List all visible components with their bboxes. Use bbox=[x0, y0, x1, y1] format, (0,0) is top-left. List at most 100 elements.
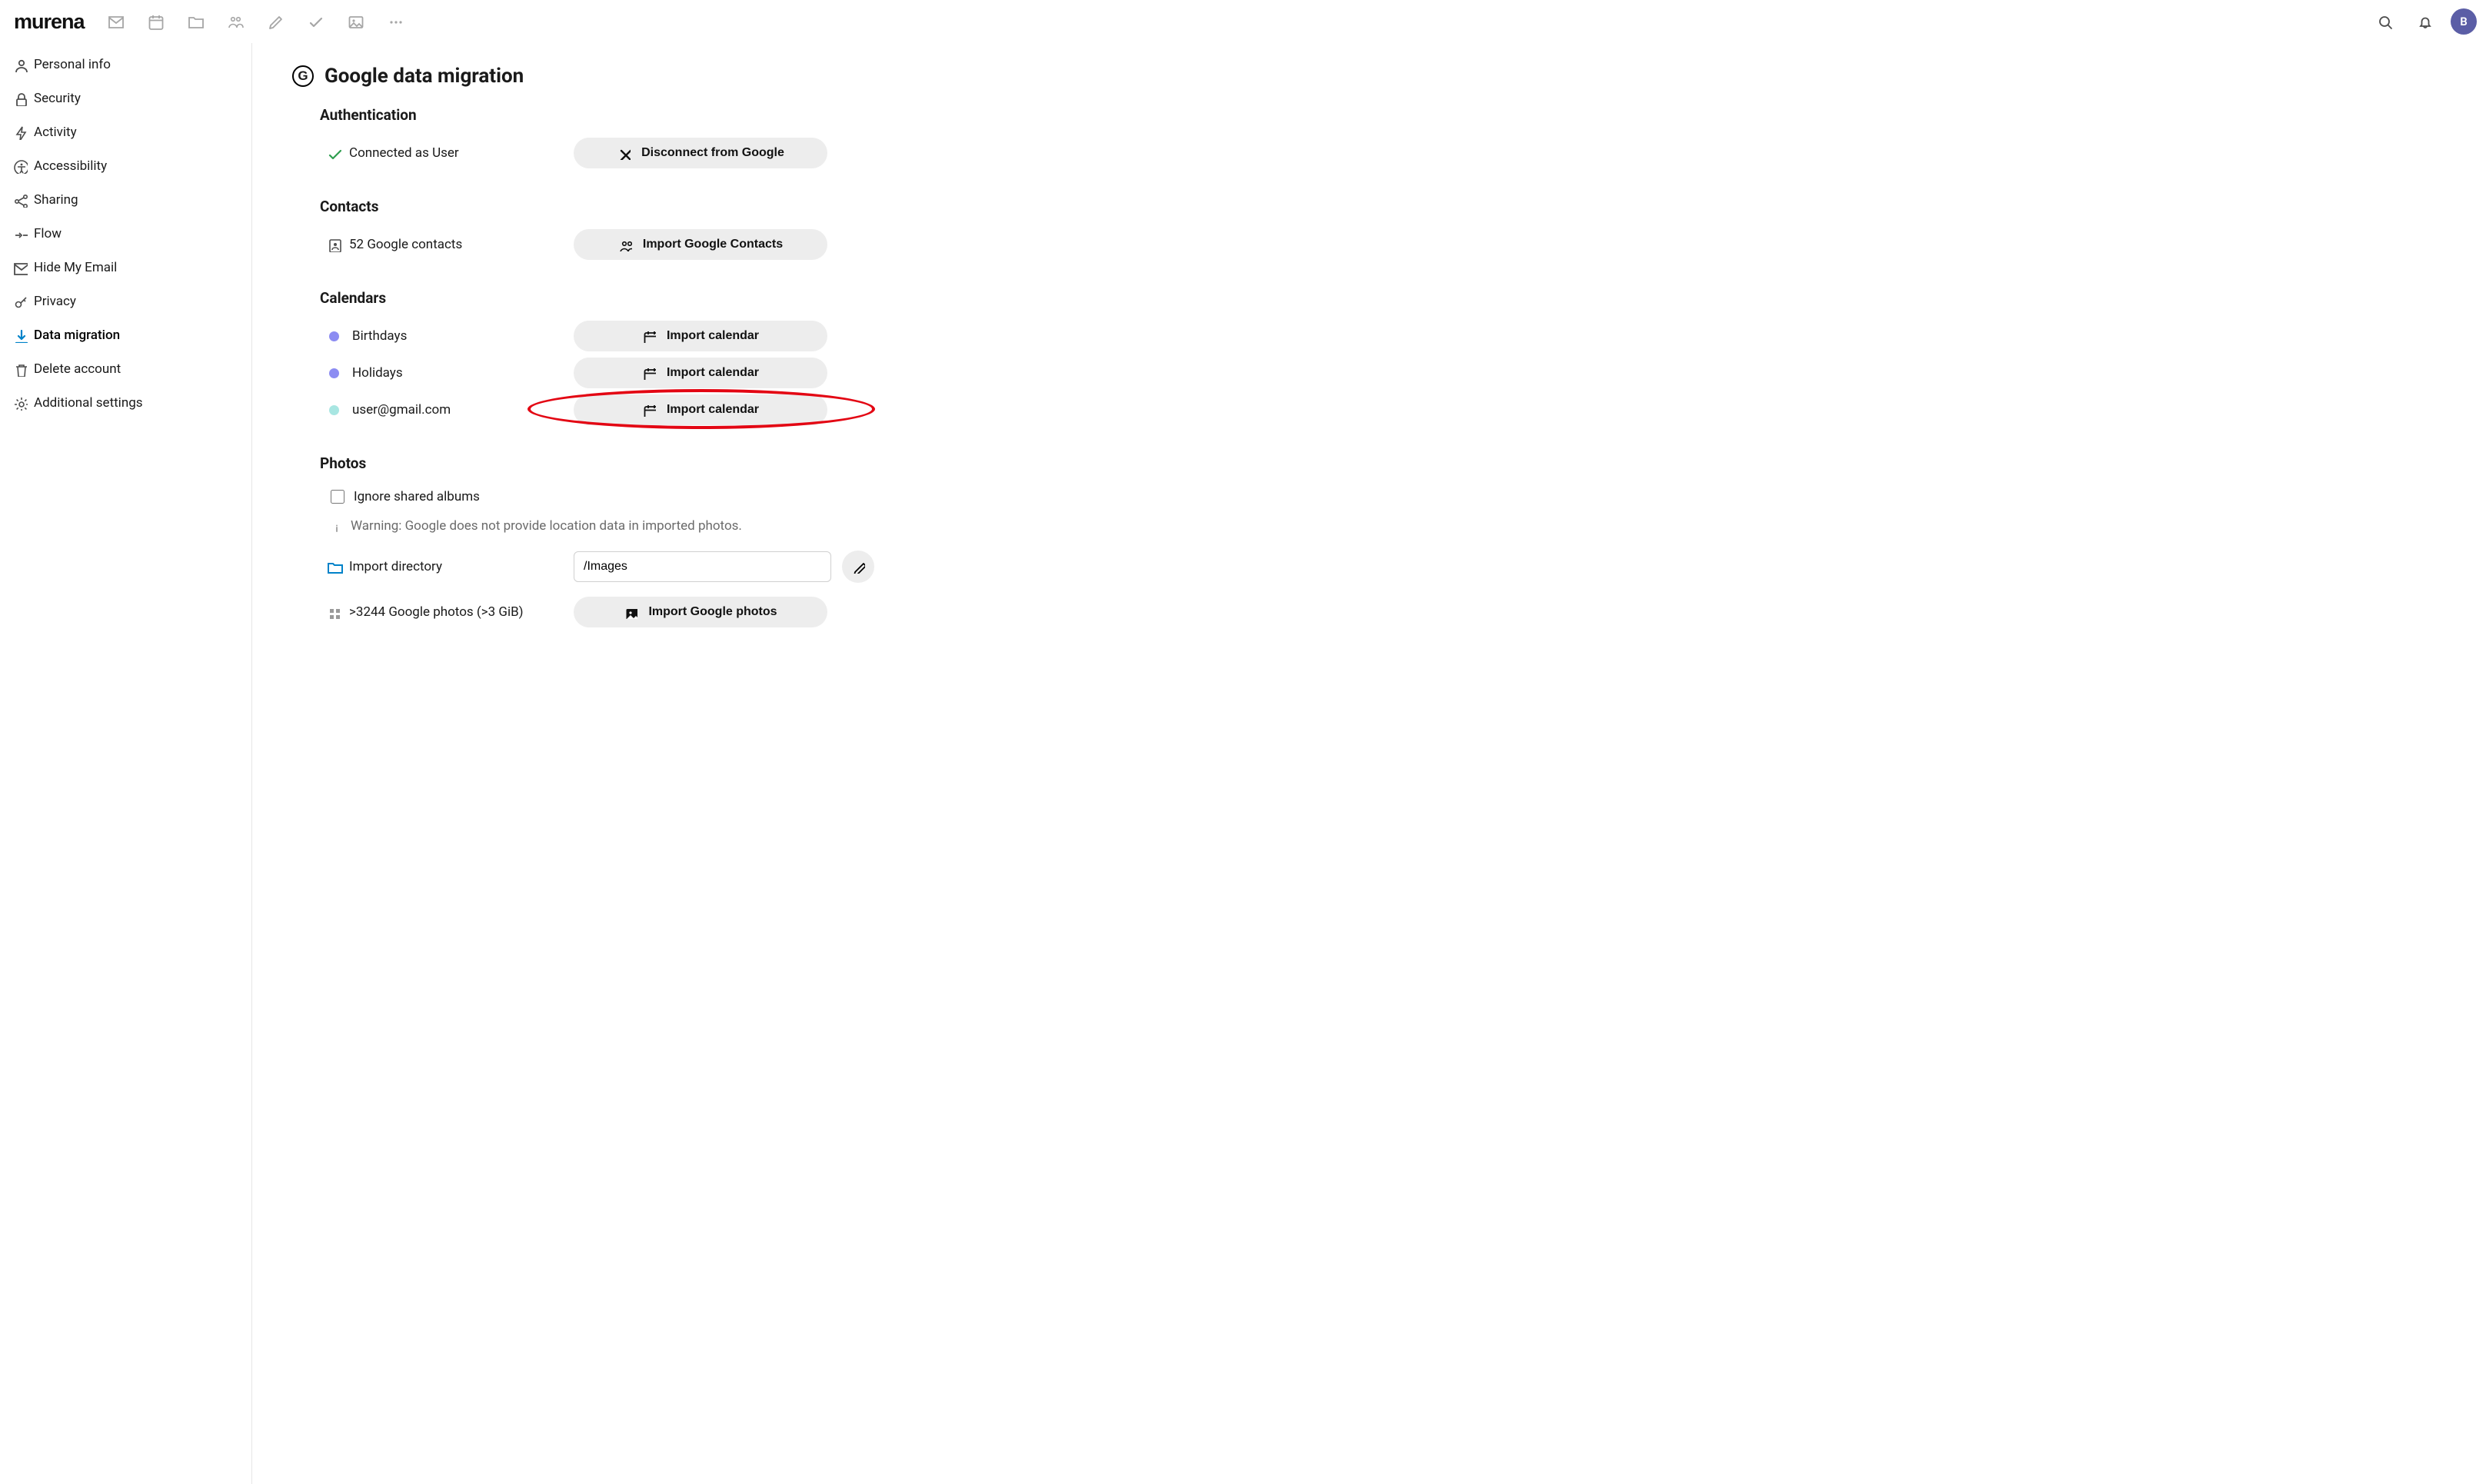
nav-notes-icon[interactable] bbox=[255, 5, 295, 38]
button-label: Import calendar bbox=[667, 329, 759, 343]
nav-calendar-icon[interactable] bbox=[135, 5, 175, 38]
gear-icon bbox=[12, 395, 34, 411]
import-calendar-button[interactable]: Import calendar bbox=[574, 321, 827, 351]
close-icon bbox=[617, 146, 631, 160]
nav-more-icon[interactable] bbox=[375, 5, 415, 38]
button-label: Import calendar bbox=[667, 366, 759, 380]
sidebar-item-label: Delete account bbox=[34, 361, 121, 377]
sidebar-item-label: Sharing bbox=[34, 192, 78, 208]
sidebar-item-accessibility[interactable]: Accessibility bbox=[0, 149, 251, 183]
brand-logo[interactable]: murena bbox=[9, 10, 95, 34]
sidebar-item-label: Hide My Email bbox=[34, 260, 117, 275]
accessibility-icon bbox=[12, 158, 34, 174]
grid-icon bbox=[326, 605, 349, 619]
key-icon bbox=[12, 294, 34, 309]
sidebar-item-label: Privacy bbox=[34, 294, 76, 309]
image-icon bbox=[624, 605, 637, 619]
ignore-shared-albums-row[interactable]: Ignore shared albums bbox=[320, 483, 1135, 514]
nav-photos-icon[interactable] bbox=[335, 5, 375, 38]
calendar-row: user@gmail.com Import calendar bbox=[320, 391, 1135, 428]
main-content: G Google data migration Authentication C… bbox=[252, 43, 1175, 1484]
section-heading: Contacts bbox=[320, 198, 1135, 215]
section-authentication: Authentication Connected as User Disconn… bbox=[292, 106, 1135, 171]
sidebar-item-security[interactable]: Security bbox=[0, 82, 251, 115]
button-label: Import calendar bbox=[667, 403, 759, 417]
import-calendar-button[interactable]: Import calendar bbox=[574, 394, 827, 425]
calendar-name: Birthdays bbox=[352, 328, 407, 344]
sidebar-item-label: Activity bbox=[34, 125, 77, 140]
edit-directory-button[interactable] bbox=[842, 551, 874, 583]
share-icon bbox=[12, 192, 34, 208]
contacts-count-text: 52 Google contacts bbox=[349, 237, 462, 252]
google-icon: G bbox=[292, 65, 314, 87]
section-photos: Photos Ignore shared albums Warning: Goo… bbox=[292, 454, 1135, 631]
sidebar-item-sharing[interactable]: Sharing bbox=[0, 183, 251, 217]
calendar-icon bbox=[642, 403, 656, 417]
check-icon bbox=[326, 145, 349, 161]
button-label: Import Google photos bbox=[648, 605, 777, 619]
checkbox-label: Ignore shared albums bbox=[354, 489, 480, 504]
sidebar-item-label: Flow bbox=[34, 226, 62, 241]
ignore-shared-albums-checkbox[interactable] bbox=[331, 490, 344, 504]
import-photos-button[interactable]: Import Google photos bbox=[574, 597, 827, 627]
pencil-icon bbox=[851, 560, 865, 574]
calendar-icon bbox=[642, 366, 656, 380]
sidebar-item-label: Additional settings bbox=[34, 395, 143, 411]
calendar-name: user@gmail.com bbox=[352, 402, 451, 418]
nav-mail-icon[interactable] bbox=[95, 5, 135, 38]
photos-count-text: >3244 Google photos (>3 GiB) bbox=[349, 604, 524, 620]
import-contacts-button[interactable]: Import Google Contacts bbox=[574, 229, 827, 260]
people-icon bbox=[618, 238, 632, 251]
sidebar-item-hide-my-email[interactable]: Hide My Email bbox=[0, 251, 251, 284]
sidebar-item-label: Personal info bbox=[34, 57, 111, 72]
import-calendar-button[interactable]: Import calendar bbox=[574, 358, 827, 388]
nav-contacts-icon[interactable] bbox=[215, 5, 255, 38]
photos-warning-row: Warning: Google does not provide locatio… bbox=[320, 514, 1135, 547]
search-icon[interactable] bbox=[2365, 5, 2404, 38]
section-contacts: Contacts 52 Google contacts Import Googl… bbox=[292, 198, 1135, 263]
notifications-icon[interactable] bbox=[2404, 5, 2444, 38]
flow-icon bbox=[12, 226, 34, 241]
calendar-row: Holidays Import calendar bbox=[320, 354, 1135, 391]
sidebar-item-label: Data migration bbox=[34, 328, 120, 343]
section-heading: Authentication bbox=[320, 106, 1135, 124]
sidebar-item-flow[interactable]: Flow bbox=[0, 217, 251, 251]
nav-tasks-icon[interactable] bbox=[295, 5, 335, 38]
nav-files-icon[interactable] bbox=[175, 5, 215, 38]
sidebar-item-label: Security bbox=[34, 91, 81, 106]
sidebar-item-personal-info[interactable]: Personal info bbox=[0, 48, 251, 82]
button-label: Import Google Contacts bbox=[643, 238, 783, 251]
page-title: Google data migration bbox=[324, 65, 524, 88]
sidebar-item-data-migration[interactable]: Data migration bbox=[0, 318, 251, 352]
mail-icon bbox=[12, 260, 34, 275]
person-icon bbox=[12, 57, 34, 72]
warning-text: Warning: Google does not provide locatio… bbox=[351, 518, 742, 534]
calendar-color-dot bbox=[329, 368, 339, 378]
lock-icon bbox=[12, 91, 34, 106]
sidebar-item-delete-account[interactable]: Delete account bbox=[0, 352, 251, 386]
sidebar-item-privacy[interactable]: Privacy bbox=[0, 284, 251, 318]
sidebar-item-label: Accessibility bbox=[34, 158, 107, 174]
section-heading: Calendars bbox=[320, 289, 1135, 307]
download-icon bbox=[12, 328, 34, 343]
calendar-icon bbox=[642, 329, 656, 343]
button-label: Disconnect from Google bbox=[641, 146, 784, 160]
calendar-color-dot bbox=[329, 405, 339, 415]
bolt-icon bbox=[12, 125, 34, 140]
folder-icon bbox=[326, 558, 349, 575]
import-directory-label: Import directory bbox=[349, 559, 442, 574]
contacts-icon bbox=[326, 237, 349, 252]
auth-status-text: Connected as User bbox=[349, 145, 459, 161]
calendar-color-dot bbox=[329, 331, 339, 341]
disconnect-google-button[interactable]: Disconnect from Google bbox=[574, 138, 827, 168]
calendar-row: Birthdays Import calendar bbox=[320, 318, 1135, 354]
trash-icon bbox=[12, 361, 34, 377]
sidebar-item-activity[interactable]: Activity bbox=[0, 115, 251, 149]
section-heading: Photos bbox=[320, 454, 1135, 472]
sidebar-item-additional-settings[interactable]: Additional settings bbox=[0, 386, 251, 420]
calendar-name: Holidays bbox=[352, 365, 403, 381]
settings-sidebar: Personal info Security Activity Accessib… bbox=[0, 43, 252, 1484]
user-avatar[interactable]: B bbox=[2451, 8, 2477, 35]
section-calendars: Calendars Birthdays Import calendar Holi… bbox=[292, 289, 1135, 428]
import-directory-input[interactable] bbox=[574, 551, 831, 582]
